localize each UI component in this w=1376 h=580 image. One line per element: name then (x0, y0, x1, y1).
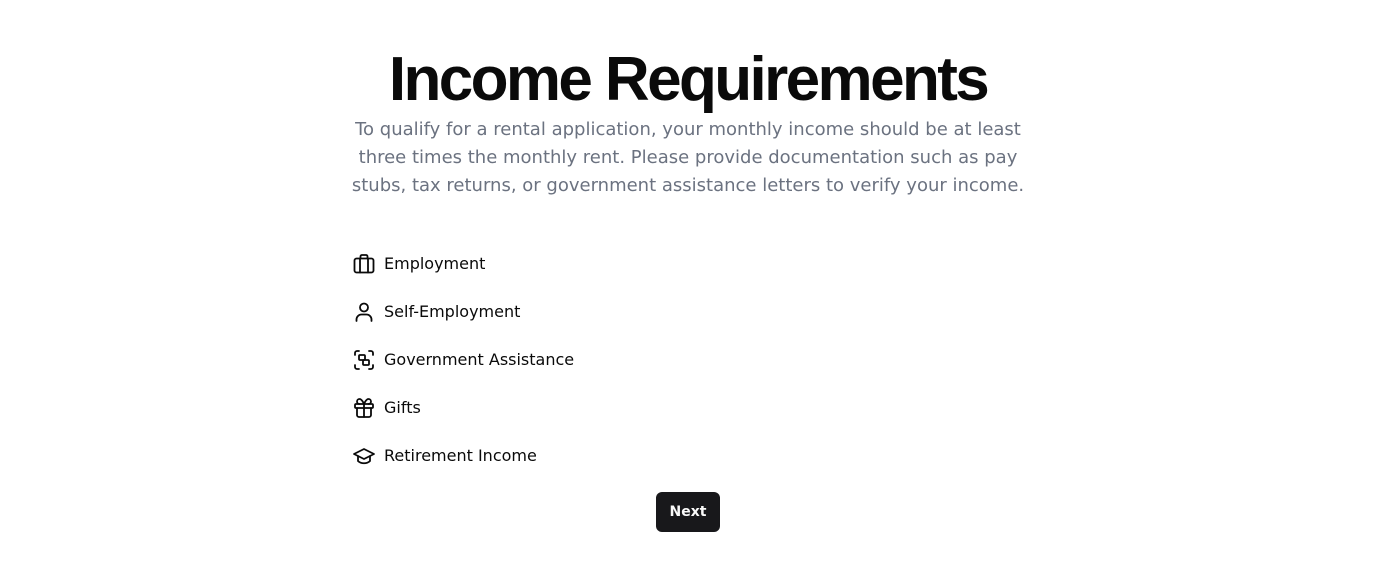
income-option-label: Employment (384, 254, 486, 273)
scan-icon (352, 348, 376, 372)
income-option-label: Government Assistance (384, 350, 575, 369)
next-button[interactable]: Next (656, 492, 720, 532)
income-option-list: Employment Self-Employment Government As… (352, 240, 574, 480)
income-option-gifts[interactable]: Gifts (352, 384, 574, 432)
income-requirements-page: Income Requirements To qualify for a ren… (0, 0, 1376, 580)
income-option-self-employment[interactable]: Self-Employment (352, 288, 574, 336)
income-option-label: Gifts (384, 398, 421, 417)
income-option-employment[interactable]: Employment (352, 240, 574, 288)
page-title: Income Requirements (388, 45, 990, 114)
briefcase-icon (352, 252, 376, 276)
user-icon (352, 300, 376, 324)
income-option-government-assistance[interactable]: Government Assistance (352, 336, 574, 384)
graduation-cap-icon (352, 444, 376, 468)
page-description: To qualify for a rental application, you… (351, 119, 1025, 196)
income-option-label: Self-Employment (384, 302, 521, 321)
income-option-label: Retirement Income (384, 446, 537, 465)
gift-icon (352, 396, 376, 420)
income-option-retirement-income[interactable]: Retirement Income (352, 432, 574, 480)
